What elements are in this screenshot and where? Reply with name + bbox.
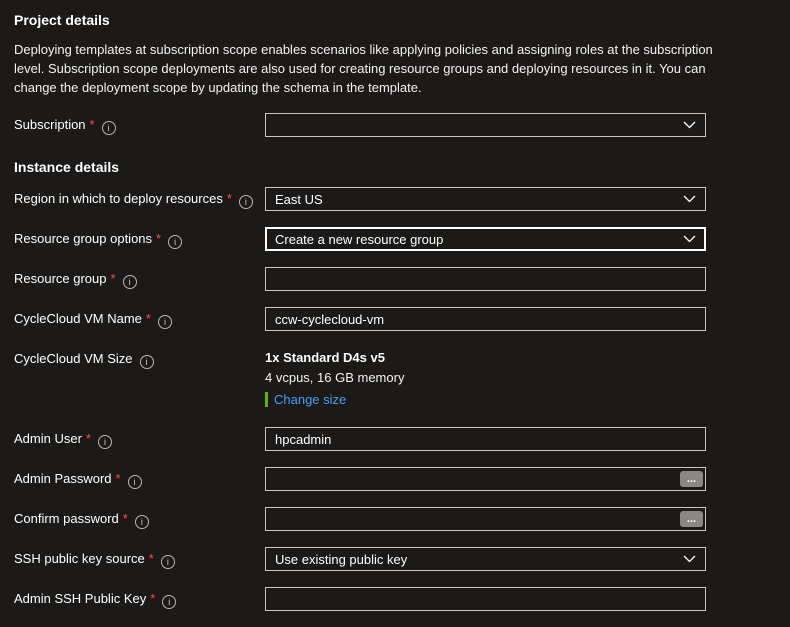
vm-size-specs: 4 vcpus, 16 GB memory bbox=[265, 370, 706, 385]
vm-name-label: CycleCloud VM Name bbox=[14, 311, 142, 326]
field-row-vm-name: CycleCloud VM Name * i bbox=[14, 307, 776, 331]
confirm-password-label: Confirm password bbox=[14, 511, 119, 526]
field-row-resource-group: Resource group * i bbox=[14, 267, 776, 291]
required-asterisk: * bbox=[116, 471, 121, 486]
field-row-resource-group-options: Resource group options * i Create a new re… bbox=[14, 227, 776, 251]
info-icon[interactable]: i bbox=[161, 555, 175, 569]
password-options-button[interactable]: ... bbox=[680, 471, 703, 487]
required-asterisk: * bbox=[123, 511, 128, 526]
chevron-down-icon bbox=[683, 555, 696, 563]
info-icon[interactable]: i bbox=[135, 515, 149, 529]
info-icon[interactable]: i bbox=[158, 315, 172, 329]
region-label: Region in which to deploy resources bbox=[14, 191, 223, 206]
field-row-admin-password: Admin Password * i ... bbox=[14, 467, 776, 491]
chevron-down-icon bbox=[683, 195, 696, 203]
info-icon[interactable]: i bbox=[102, 121, 116, 135]
chevron-down-icon bbox=[683, 235, 696, 243]
region-dropdown[interactable]: East US bbox=[265, 187, 706, 211]
admin-user-label: Admin User bbox=[14, 431, 82, 446]
confirm-password-input[interactable] bbox=[265, 507, 706, 531]
instance-details-heading: Instance details bbox=[14, 159, 776, 175]
vm-name-input[interactable] bbox=[265, 307, 706, 331]
admin-password-label: Admin Password bbox=[14, 471, 112, 486]
password-options-button[interactable]: ... bbox=[680, 511, 703, 527]
resource-group-label: Resource group bbox=[14, 271, 107, 286]
info-icon[interactable]: i bbox=[98, 435, 112, 449]
resource-group-input[interactable] bbox=[265, 267, 706, 291]
field-row-subscription: Subscription * i bbox=[14, 113, 776, 137]
resource-group-options-label: Resource group options bbox=[14, 231, 152, 246]
required-asterisk: * bbox=[111, 271, 116, 286]
required-asterisk: * bbox=[86, 431, 91, 446]
required-asterisk: * bbox=[156, 231, 161, 246]
info-icon[interactable]: i bbox=[123, 275, 137, 289]
required-asterisk: * bbox=[90, 117, 95, 132]
info-icon[interactable]: i bbox=[168, 235, 182, 249]
resource-group-options-dropdown[interactable]: Create a new resource group bbox=[265, 227, 706, 251]
vm-size-title: 1x Standard D4s v5 bbox=[265, 350, 706, 365]
resource-group-options-value: Create a new resource group bbox=[275, 232, 443, 247]
info-icon[interactable]: i bbox=[140, 355, 154, 369]
change-size-link[interactable]: Change size bbox=[274, 392, 346, 407]
admin-password-input[interactable] bbox=[265, 467, 706, 491]
field-row-ssh-source: SSH public key source * i Use existing pub… bbox=[14, 547, 776, 571]
selection-indicator-bar bbox=[265, 392, 268, 407]
info-icon[interactable]: i bbox=[239, 195, 253, 209]
field-row-confirm-password: Confirm password * i ... bbox=[14, 507, 776, 531]
field-row-region: Region in which to deploy resources * i Ea… bbox=[14, 187, 776, 211]
field-row-admin-user: Admin User * i bbox=[14, 427, 776, 451]
ssh-source-value: Use existing public key bbox=[275, 552, 407, 567]
required-asterisk: * bbox=[150, 591, 155, 606]
vm-size-label: CycleCloud VM Size bbox=[14, 351, 133, 366]
info-icon[interactable]: i bbox=[128, 475, 142, 489]
required-asterisk: * bbox=[146, 311, 151, 326]
subscription-dropdown[interactable] bbox=[265, 113, 706, 137]
required-asterisk: * bbox=[149, 551, 154, 566]
info-icon[interactable]: i bbox=[162, 595, 176, 609]
ssh-source-dropdown[interactable]: Use existing public key bbox=[265, 547, 706, 571]
ssh-source-label: SSH public key source bbox=[14, 551, 145, 566]
ssh-key-label: Admin SSH Public Key bbox=[14, 591, 146, 606]
admin-user-input[interactable] bbox=[265, 427, 706, 451]
subscription-label: Subscription bbox=[14, 117, 86, 132]
project-details-description: Deploying templates at subscription scop… bbox=[14, 40, 714, 97]
chevron-down-icon bbox=[683, 121, 696, 129]
project-details-heading: Project details bbox=[14, 12, 776, 28]
ssh-key-input[interactable] bbox=[265, 587, 706, 611]
field-row-ssh-key: Admin SSH Public Key * i bbox=[14, 587, 776, 611]
field-row-vm-size: CycleCloud VM Size i 1x Standard D4s v5 4… bbox=[14, 347, 776, 407]
region-value: East US bbox=[275, 192, 323, 207]
required-asterisk: * bbox=[227, 191, 232, 206]
vm-size-display: 1x Standard D4s v5 4 vcpus, 16 GB memory… bbox=[265, 347, 706, 407]
